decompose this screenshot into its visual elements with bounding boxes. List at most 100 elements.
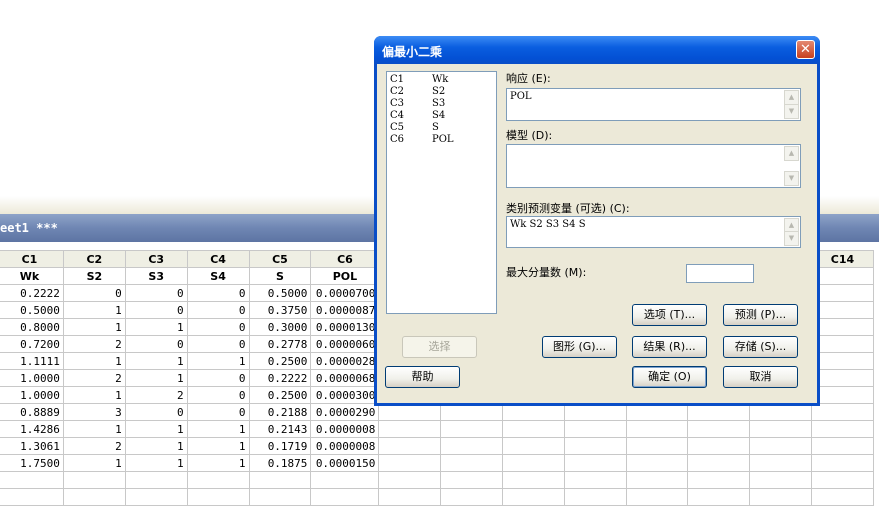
scroll-down-icon[interactable]: ▼ [784,171,799,186]
table-cell[interactable]: 0.3000 [248,318,312,336]
table-cell[interactable] [811,420,874,438]
table-cell[interactable]: 1.4286 [0,420,64,438]
table-cell[interactable] [563,403,627,421]
table-cell[interactable] [749,420,812,438]
column-name[interactable]: S3 [124,267,188,285]
options-button[interactable]: 选项 (T)... [632,304,707,326]
table-cell[interactable] [440,437,504,455]
table-cell[interactable] [811,318,874,336]
column-header[interactable]: C6 [310,250,380,268]
column-header[interactable]: C3 [124,250,188,268]
table-cell[interactable]: 3 [62,403,126,421]
table-cell[interactable] [563,437,627,455]
table-cell[interactable]: 1 [124,437,188,455]
table-cell[interactable]: 0.3750 [248,301,312,319]
table-cell[interactable] [186,488,250,506]
table-cell[interactable] [248,471,312,489]
table-cell[interactable]: 1 [62,318,126,336]
table-cell[interactable]: 0.2188 [248,403,312,421]
table-cell[interactable] [625,488,689,506]
table-cell[interactable] [248,488,312,506]
table-cell[interactable]: 0.2143 [248,420,312,438]
table-cell[interactable] [811,403,874,421]
table-cell[interactable] [625,420,689,438]
results-button[interactable]: 结果 (R)... [632,336,707,358]
list-item[interactable]: C1 Wk [390,74,493,86]
table-cell[interactable] [811,454,874,472]
column-header[interactable]: C5 [248,250,312,268]
table-cell[interactable]: 1 [124,454,188,472]
table-cell[interactable] [124,471,188,489]
select-button[interactable]: 选择 [402,336,477,358]
table-cell[interactable]: 0.5000 [248,284,312,302]
table-cell[interactable]: 2 [62,335,126,353]
table-cell[interactable] [811,301,874,319]
table-cell[interactable]: 2 [62,369,126,387]
categorical-field[interactable]: Wk S2 S3 S4 S ▲ ▼ [506,216,801,248]
table-cell[interactable] [502,420,565,438]
table-cell[interactable] [62,488,126,506]
table-cell[interactable]: 0.2500 [248,352,312,370]
table-cell[interactable]: 0.2500 [248,386,312,404]
table-cell[interactable] [563,454,627,472]
table-cell[interactable]: 0.0000130 [310,318,380,336]
scroll-down-icon[interactable]: ▼ [784,231,799,246]
column-name[interactable] [811,267,874,285]
table-cell[interactable]: 0 [186,318,250,336]
table-cell[interactable] [749,403,812,421]
table-cell[interactable]: 1.3061 [0,437,64,455]
table-cell[interactable]: 0.0000008 [310,420,380,438]
table-cell[interactable]: 0.2222 [248,369,312,387]
table-cell[interactable] [811,369,874,387]
table-cell[interactable] [811,335,874,353]
cancel-button[interactable]: 取消 [723,366,798,388]
column-name[interactable]: S4 [186,267,250,285]
model-scrollbar[interactable]: ▲ ▼ [784,146,799,186]
table-cell[interactable]: 1 [124,369,188,387]
storage-button[interactable]: 存储 (S)... [723,336,798,358]
table-cell[interactable]: 0 [62,284,126,302]
table-cell[interactable] [186,471,250,489]
table-cell[interactable]: 0 [186,335,250,353]
table-cell[interactable] [687,437,751,455]
scroll-down-icon[interactable]: ▼ [784,104,799,119]
table-cell[interactable] [625,454,689,472]
table-cell[interactable] [378,437,442,455]
table-cell[interactable]: 0 [124,335,188,353]
column-name[interactable]: Wk [0,267,64,285]
table-cell[interactable]: 1.0000 [0,369,64,387]
table-cell[interactable]: 0.8889 [0,403,64,421]
table-cell[interactable]: 0.0000150 [310,454,380,472]
table-cell[interactable] [502,454,565,472]
list-item[interactable]: C2 S2 [390,86,493,98]
table-cell[interactable] [563,488,627,506]
list-item[interactable]: C6 POL [390,134,493,146]
max-components-input[interactable] [686,264,754,283]
table-cell[interactable]: 0.0000700 [310,284,380,302]
table-cell[interactable]: 0.7200 [0,335,64,353]
table-cell[interactable]: 1 [62,352,126,370]
table-cell[interactable]: 1.0000 [0,386,64,404]
table-cell[interactable] [502,471,565,489]
table-cell[interactable] [378,488,442,506]
close-icon[interactable]: ✕ [796,40,815,59]
table-cell[interactable]: 1 [186,420,250,438]
table-cell[interactable]: 0 [186,284,250,302]
categorical-scrollbar[interactable]: ▲ ▼ [784,218,799,246]
table-cell[interactable]: 1 [62,386,126,404]
table-cell[interactable] [440,420,504,438]
variable-list[interactable]: C1 Wk C2 S2 C3 S3 C4 S4 C5 S C6 POL [386,71,497,314]
table-cell[interactable]: 0 [186,301,250,319]
table-cell[interactable]: 0.2222 [0,284,64,302]
table-cell[interactable]: 0.0000300 [310,386,380,404]
table-cell[interactable] [749,488,812,506]
table-cell[interactable] [502,437,565,455]
help-button[interactable]: 帮助 [385,366,460,388]
table-cell[interactable]: 0 [186,403,250,421]
table-cell[interactable]: 1 [186,352,250,370]
response-field[interactable]: POL ▲ ▼ [506,88,801,121]
table-cell[interactable] [625,403,689,421]
table-cell[interactable] [687,488,751,506]
table-cell[interactable]: 0 [124,403,188,421]
column-header[interactable]: C1 [0,250,64,268]
